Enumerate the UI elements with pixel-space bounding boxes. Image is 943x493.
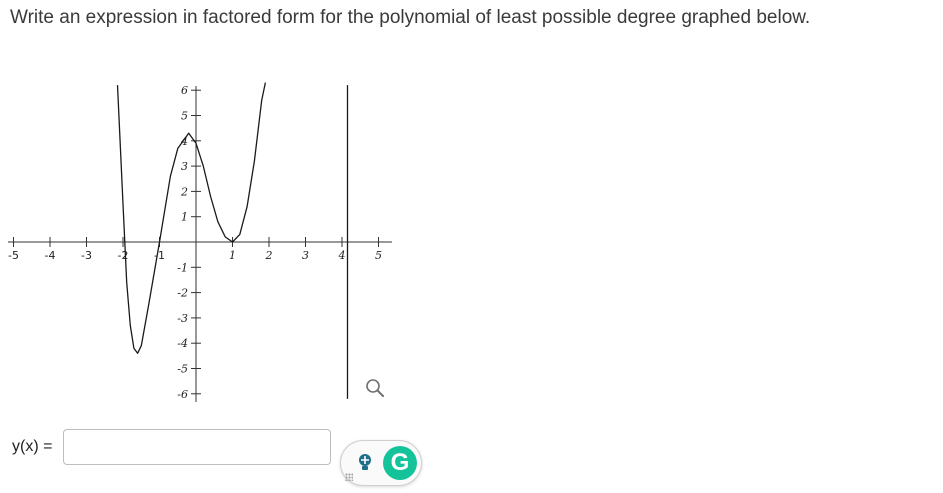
graph-svg: -5 -4 -3 -2 -1 1 2 3 4 5654321-1-2-3-4-5-6 [8, 82, 392, 402]
x-tick-label: 5 [375, 249, 382, 262]
axes [8, 86, 392, 402]
y-tick-label: -1 [177, 261, 188, 274]
x-tick-label: 4 [338, 249, 346, 262]
x-tick-label: -1 [154, 249, 165, 262]
x-tick-label: 1 [229, 249, 236, 262]
x-tick-label: 3 [302, 249, 309, 262]
polynomial-graph: -5 -4 -3 -2 -1 1 2 3 4 5 6 5 4 3 2 1 -1 -2 -3 -4 -5 -6 [0, 80, 400, 420]
answer-input[interactable] [63, 429, 331, 465]
grammarly-widget[interactable]: G [340, 440, 422, 486]
x-tick-label: -2 [118, 249, 129, 262]
x-tick-label: -5 [8, 249, 19, 262]
x-tick-label: -3 [81, 249, 92, 262]
y-tick-label: 3 [181, 160, 188, 173]
next-question-strip [0, 486, 943, 493]
y-tick-label: 2 [180, 185, 188, 198]
y-tick-label: -5 [177, 363, 188, 376]
question-text: Write an expression in factored form for… [10, 7, 811, 28]
y-tick-label: -4 [177, 337, 188, 350]
zoom-magnifier-icon[interactable] [364, 377, 386, 399]
y-tick-label: -2 [177, 287, 188, 300]
x-tick-label: 2 [265, 249, 273, 262]
y-tick-label: 1 [181, 211, 188, 224]
y-tick-label: 5 [181, 110, 188, 123]
answer-label: y(x) = [12, 438, 53, 455]
series-line-1 [116, 82, 267, 354]
y-tick-label: -6 [177, 388, 188, 401]
grammarly-icon[interactable]: G [383, 446, 417, 480]
lightbulb-icon[interactable] [357, 453, 373, 473]
y-tick-label: 6 [181, 84, 188, 97]
x-tick-label: -4 [45, 249, 56, 262]
y-tick-label: -3 [177, 312, 188, 325]
grip-icon[interactable] [345, 473, 353, 481]
